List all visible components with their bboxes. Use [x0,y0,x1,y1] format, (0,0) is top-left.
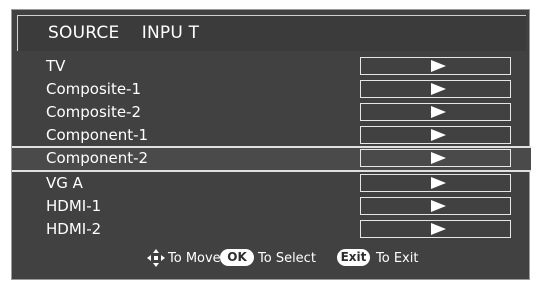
exit-key-badge: Exit [337,249,370,266]
source-item-slot[interactable] [360,103,511,121]
play-arrow-icon [431,106,446,118]
play-arrow-icon [431,60,446,72]
menu-title: SOURCE INPU T [48,23,200,43]
play-arrow-icon [431,83,446,95]
select-hint-text: To Select [258,251,316,266]
source-item-label: VG A [46,174,83,192]
source-item-slot[interactable] [360,174,511,192]
source-item-composite-1[interactable]: Composite-1 [12,78,531,101]
ok-key-badge: OK [220,249,254,266]
play-arrow-icon [431,223,446,235]
play-arrow-icon [431,129,446,141]
source-item-hdmi-2[interactable]: HDMI-2 [12,218,531,241]
play-arrow-icon [431,177,446,189]
source-item-tv[interactable]: TV [12,55,531,78]
source-item-label: Composite-2 [46,103,142,121]
source-input-menu: SOURCE INPU T TV Composite-1 Composite-2… [11,9,531,280]
source-item-slot[interactable] [360,126,511,144]
play-arrow-icon [431,200,446,212]
source-item-slot[interactable] [360,220,511,238]
source-item-label: TV [46,57,66,75]
menu-title-bar: SOURCE INPU T [17,15,526,51]
source-item-label: Component-2 [46,149,149,167]
source-item-slot[interactable] [360,80,511,98]
source-item-slot[interactable] [360,57,511,75]
source-item-slot[interactable] [360,197,511,215]
source-item-label: HDMI-2 [46,220,102,238]
source-item-component-1[interactable]: Component-1 [12,124,531,147]
key-hints: To Move OK To Select Exit To Exit [12,245,531,271]
move-hint-text: To Move [168,251,221,266]
source-item-label: Composite-1 [46,80,142,98]
source-item-vga[interactable]: VG A [12,172,531,195]
source-item-label: Component-1 [46,126,149,144]
source-item-hdmi-1[interactable]: HDMI-1 [12,195,531,218]
source-item-component-2[interactable]: Component-2 [12,146,531,172]
source-item-label: HDMI-1 [46,197,102,215]
exit-hint-text: To Exit [376,251,419,266]
dpad-arrows-icon [147,249,165,267]
source-item-slot[interactable] [360,149,511,167]
play-arrow-icon [431,152,446,164]
source-item-composite-2[interactable]: Composite-2 [12,101,531,124]
